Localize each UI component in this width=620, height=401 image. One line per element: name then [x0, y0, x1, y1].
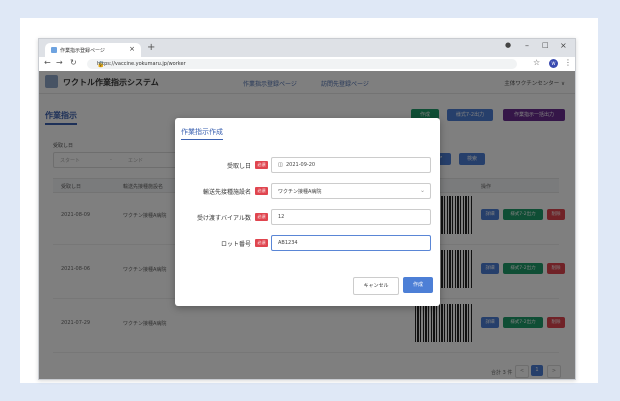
required-badge: 必須 [255, 187, 268, 195]
submit-create-button[interactable]: 作成 [403, 277, 433, 293]
close-tab-icon[interactable]: × [129, 45, 135, 53]
required-badge: 必須 [255, 213, 268, 221]
new-tab-button[interactable]: + [147, 42, 155, 53]
facility-select[interactable]: ワクチン接種A病院 ⌄ [271, 183, 431, 199]
forward-icon[interactable]: → [56, 58, 63, 67]
address-bar-row: ← → ↻ 🔒 https://vaccine.yokumaru.jp/work… [39, 57, 575, 72]
facility-value: ワクチン接種A病院 [278, 189, 322, 195]
menu-icon[interactable]: ⋮ [564, 58, 572, 67]
pickup-date-input[interactable]: ◫ 2021-09-20 [271, 157, 431, 173]
url-input[interactable]: 🔒 https://vaccine.yokumaru.jp/worker [87, 59, 517, 69]
tab-title: 作業指示登録ページ [60, 48, 105, 54]
maximize-icon[interactable]: □ [542, 41, 549, 49]
pickup-date-value: 2021-09-20 [286, 162, 316, 168]
field-label-facility: 輸送先接種施設名 [202, 189, 251, 196]
star-icon[interactable]: ☆ [533, 58, 540, 67]
minimize-icon[interactable]: – [525, 41, 529, 50]
tab-bar: 作業指示登録ページ × + ● – □ × [39, 39, 575, 57]
modal-title: 作業指示作成 [181, 127, 223, 140]
chevron-down-icon: ⌄ [419, 187, 425, 194]
close-window-icon[interactable]: × [560, 41, 567, 50]
vial-count-input[interactable]: 12 [271, 209, 431, 225]
required-badge: 必須 [255, 239, 268, 247]
reload-icon[interactable]: ↻ [70, 58, 77, 67]
required-badge: 必須 [255, 161, 268, 169]
back-icon[interactable]: ← [44, 58, 51, 67]
browser-tab[interactable]: 作業指示登録ページ × [45, 43, 141, 57]
lot-number-value: AB1234 [278, 240, 298, 246]
profile-dot-icon[interactable]: ● [505, 41, 511, 49]
field-label-vials: 受け渡すバイアル数 [197, 215, 251, 222]
field-label-date: 受取し日 [226, 163, 251, 170]
calendar-icon: ◫ [278, 162, 283, 168]
lot-number-input[interactable]: AB1234 [271, 235, 431, 251]
browser-window: 作業指示登録ページ × + ● – □ × ← → ↻ 🔒 https://va… [38, 38, 576, 380]
favicon-icon [51, 47, 57, 53]
create-work-order-modal: 作業指示作成 受取し日 必須 ◫ 2021-09-20 輸送先接種施設名 必須 … [175, 118, 440, 306]
cancel-button[interactable]: キャンセル [353, 277, 399, 295]
field-label-lot: ロット番号 [220, 241, 251, 248]
url-text: https://vaccine.yokumaru.jp/worker [97, 61, 186, 67]
avatar[interactable]: W [549, 59, 558, 68]
vial-count-value: 12 [278, 214, 285, 220]
